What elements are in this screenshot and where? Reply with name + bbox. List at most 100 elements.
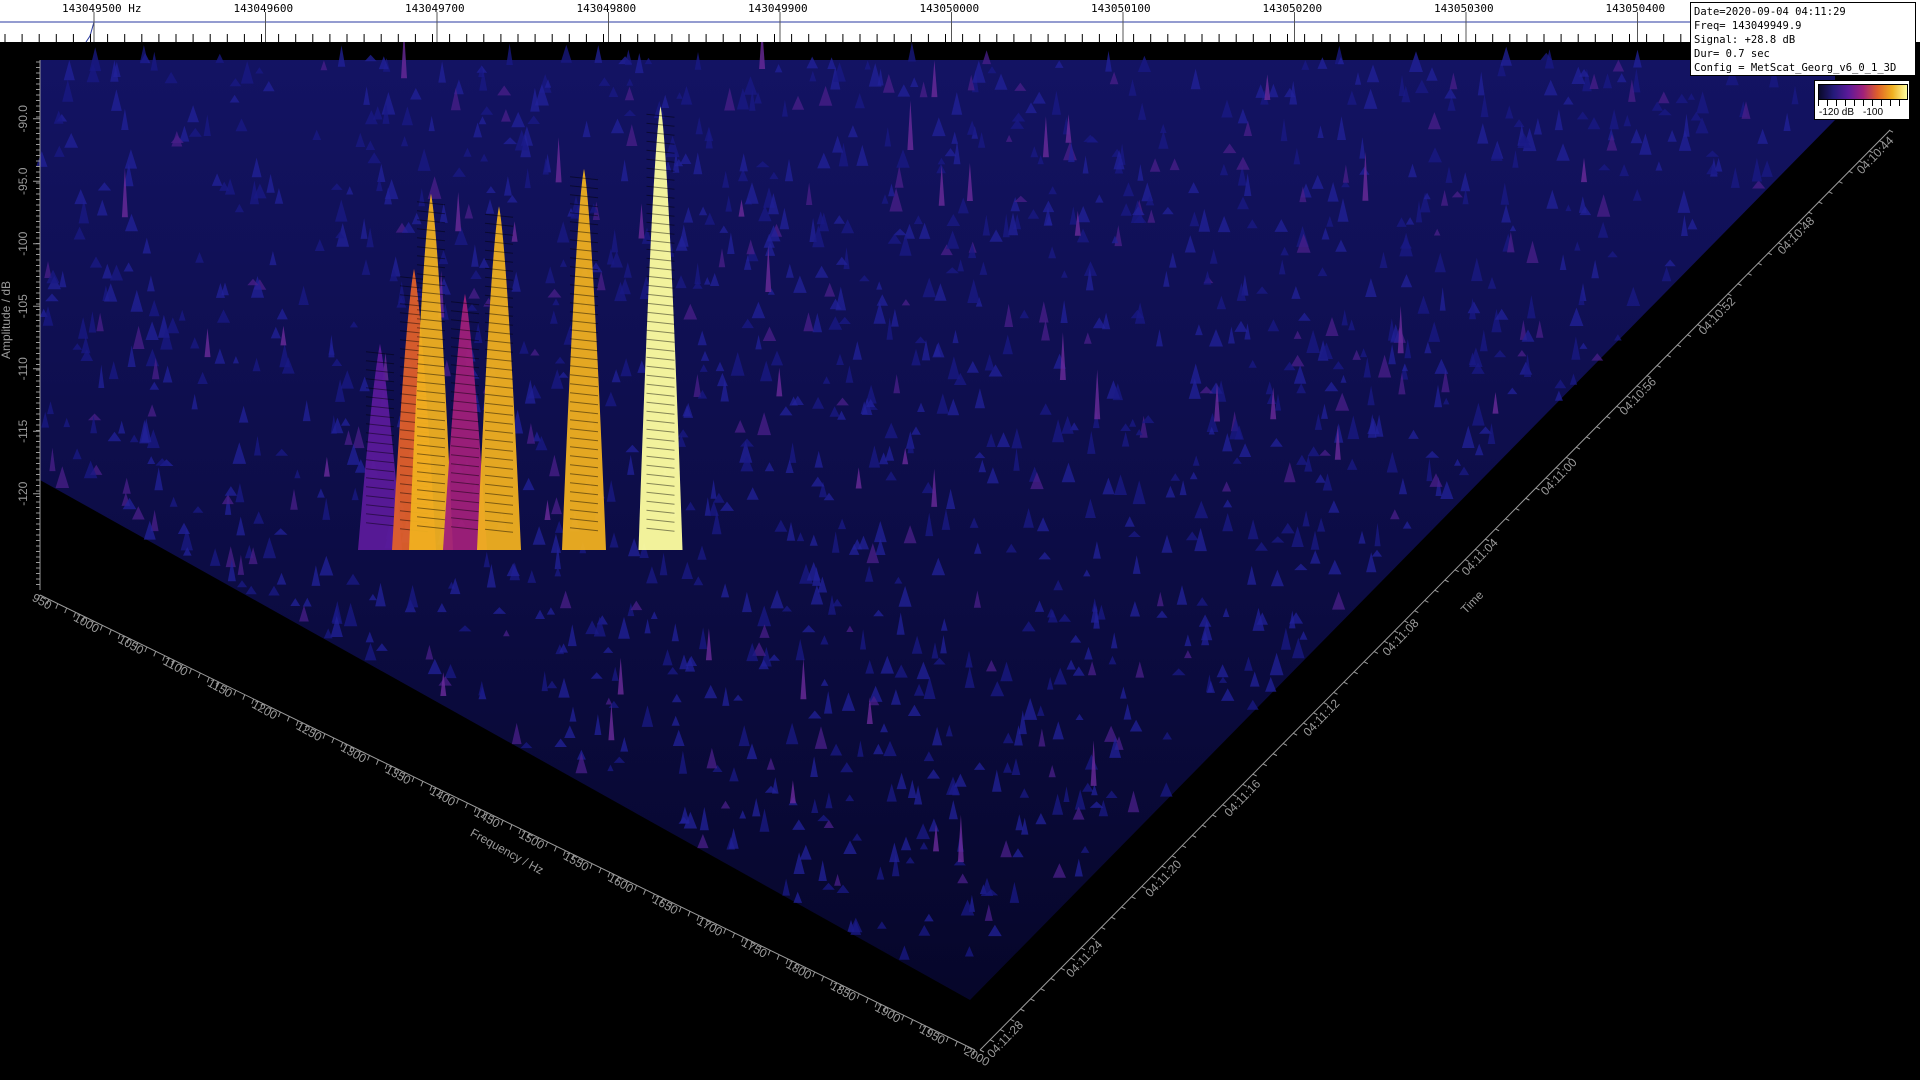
frequency-tick-label: 1800: [784, 957, 814, 982]
time-minor-tick: [1020, 1008, 1025, 1012]
amplitude-tick-label: -90.0: [16, 105, 30, 133]
time-minor-tick: [1100, 926, 1106, 930]
colorbar-max-label: -100: [1863, 107, 1884, 118]
frequency-minor-tick: [233, 690, 237, 696]
noise-spike: [1500, 46, 1512, 66]
top-axis-label: 143049600: [233, 2, 294, 15]
frequency-tick-label: 1900: [873, 1001, 903, 1026]
frequency-tick-label: 1050: [116, 632, 146, 657]
time-tick-label: 04:11:12: [1301, 696, 1343, 739]
frequency-tick-label: 1750: [739, 936, 769, 961]
top-axis-label: 143049800: [576, 2, 637, 15]
time-minor-tick: [1111, 916, 1116, 920]
time-axis-label: Time: [1458, 588, 1487, 617]
time-minor-tick: [1282, 742, 1288, 746]
time-minor-tick: [1494, 528, 1500, 532]
noise-spike: [364, 54, 377, 62]
time-minor-tick: [1585, 436, 1591, 440]
info-duration: Dur= 0.7 sec: [1694, 48, 1770, 60]
frequency-tick-label: 1000: [71, 611, 101, 636]
frequency-minor-tick: [723, 928, 727, 934]
frequency-minor-tick: [643, 889, 646, 895]
amplitude-tick-label: -95.0: [16, 167, 30, 195]
frequency-tick-label: 1600: [606, 871, 636, 896]
noise-spike: [337, 45, 346, 67]
noise-spike: [506, 43, 513, 65]
noise-spike: [215, 53, 225, 63]
frequency-minor-tick: [776, 954, 780, 960]
time-minor-tick: [1181, 845, 1187, 849]
info-panel: Date=2020-09-04 04:11:29 Freq= 143049949…: [1690, 2, 1916, 76]
time-minor-tick: [1201, 824, 1207, 828]
time-tick-label: 04:10:52: [1696, 294, 1739, 338]
amplitude-tick-label: -115: [16, 419, 30, 442]
frequency-tick-label: 1250: [294, 719, 324, 744]
time-minor-tick: [1838, 180, 1843, 184]
time-tick-label: 04:10:44: [1854, 133, 1897, 177]
frequency-minor-tick: [732, 932, 736, 939]
time-minor-tick: [1504, 518, 1510, 522]
time-minor-tick: [1191, 834, 1197, 838]
frequency-tick-label: 1700: [695, 914, 725, 939]
frequency-minor-tick: [411, 776, 415, 783]
frequency-minor-tick: [55, 603, 59, 609]
colorbar-ticks: [1818, 100, 1906, 106]
frequency-minor-tick: [821, 976, 825, 982]
frequency-minor-tick: [322, 733, 326, 739]
time-minor-tick: [1292, 732, 1298, 736]
waterfall-plot: -90.0 -95.0 -100 -105 -110 -115 -120 Amplitude …: [0, 27, 1897, 1069]
time-minor-tick: [1424, 599, 1429, 603]
frequency-minor-tick: [286, 716, 290, 722]
frequency-minor-tick: [856, 993, 860, 999]
amplitude-tick-label: -120: [16, 481, 30, 505]
frequency-minor-tick: [464, 802, 468, 809]
frequency-minor-tick: [277, 711, 281, 718]
frequency-minor-tick: [99, 625, 103, 631]
time-minor-tick: [1040, 988, 1045, 992]
time-minor-tick: [1575, 446, 1581, 450]
time-minor-tick: [1454, 569, 1459, 573]
frequency-minor-tick: [456, 798, 459, 804]
time-minor-tick: [1363, 661, 1369, 665]
noise-spike: [89, 47, 102, 72]
time-minor-tick: [1807, 211, 1813, 215]
time-minor-tick: [1272, 753, 1278, 757]
frequency-minor-tick: [375, 759, 379, 765]
noise-spike: [982, 50, 991, 65]
frequency-tick-label: 1150: [205, 676, 235, 701]
info-config: Config = MetScat_Georg_v6_0_1_3D: [1694, 62, 1897, 74]
time-minor-tick: [1373, 650, 1379, 654]
time-tick-label: 04:11:08: [1380, 616, 1422, 659]
frequency-minor-tick: [812, 971, 816, 978]
frequency-minor-tick: [678, 906, 682, 913]
frequency-ruler: 143049500 Hz 143049600 143049700 143049800 1…: [0, 0, 1920, 42]
frequency-minor-tick: [554, 846, 557, 852]
top-axis-label: 143050200: [1262, 2, 1323, 15]
time-minor-tick: [1030, 998, 1035, 1002]
time-minor-tick: [1131, 896, 1136, 900]
frequency-minor-tick: [367, 755, 370, 761]
frequency-minor-tick: [545, 841, 549, 848]
frequency-minor-tick: [687, 911, 691, 917]
frequency-tick-label: 1850: [828, 979, 858, 1004]
time-minor-tick: [1747, 272, 1752, 276]
time-tick-label: 04:11:04: [1459, 535, 1501, 578]
time-minor-tick: [1767, 252, 1773, 256]
top-axis-label: 143050400: [1605, 2, 1666, 15]
frequency-minor-tick: [331, 737, 335, 744]
frequency-tick-label: 1200: [249, 697, 279, 722]
frequency-minor-tick: [767, 950, 771, 956]
amplitude-tick-label: -100: [16, 231, 30, 255]
info-signal: Signal: +28.8 dB: [1694, 34, 1796, 46]
time-minor-tick: [1828, 191, 1833, 194]
time-minor-tick: [1414, 610, 1419, 613]
noise-spike: [139, 45, 148, 63]
frequency-minor-tick: [144, 646, 148, 653]
time-minor-tick: [1737, 283, 1742, 286]
info-frequency: Freq= 143049949.9: [1694, 20, 1802, 32]
noise-spike: [1633, 49, 1642, 68]
time-minor-tick: [1434, 589, 1439, 593]
time-minor-tick: [1595, 426, 1601, 430]
time-minor-tick: [1262, 763, 1268, 767]
time-tick-label: 04:11:16: [1221, 777, 1263, 820]
